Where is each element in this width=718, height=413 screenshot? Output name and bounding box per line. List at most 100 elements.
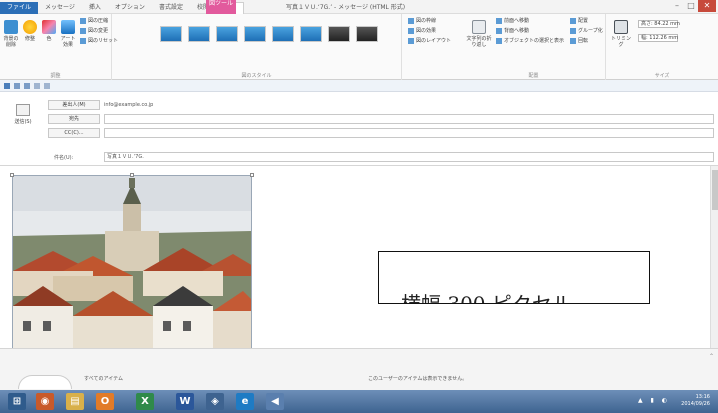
collapse-people-pane-button[interactable]: ⌃ xyxy=(709,353,714,360)
reset-picture-icon xyxy=(80,37,86,44)
subject-field[interactable]: 写真１ＶＵ.‘7G. xyxy=(104,152,714,162)
subject-label: 件名(U): xyxy=(54,155,74,161)
rotate-icon xyxy=(570,37,576,44)
remove-background-button[interactable]: 背景の削除 xyxy=(3,20,19,50)
change-picture-button[interactable]: 図の変更 xyxy=(80,27,108,36)
chrome-icon[interactable]: ◈ xyxy=(206,393,224,410)
to-field[interactable] xyxy=(104,114,714,124)
cc-button[interactable]: CC(C)... xyxy=(48,128,100,138)
effects-icon xyxy=(408,27,414,34)
picture-style-8[interactable] xyxy=(356,26,378,42)
word-icon[interactable]: W xyxy=(176,393,194,410)
quick-access-toolbar xyxy=(0,80,718,92)
undo-icon[interactable] xyxy=(14,83,20,89)
taskbar: ⊞ ◉ ▤ O X W ◈ e ◀ ▲ ▮ ◐ 13:16 2014/09/26 xyxy=(0,390,718,413)
arrange-group: 文字列の折り返し 前面へ移動 背面へ移動 オブジェクトの選択と表示 配置 グルー… xyxy=(462,14,606,80)
message-body[interactable]: 横幅 300 ピクセル xyxy=(0,166,718,355)
width-field[interactable]: 幅: 112.26 mm xyxy=(638,34,678,43)
start-button[interactable]: ⊞ xyxy=(8,393,26,410)
arrange-group-label: 配置 xyxy=(528,73,539,79)
resize-handle-top-right[interactable] xyxy=(250,173,254,177)
window-title: 写真１ＶＵ.‘7G.’ - メッセージ (HTML 形式) xyxy=(286,4,406,11)
embedded-photo[interactable] xyxy=(12,175,252,355)
layout-icon xyxy=(408,37,414,44)
remove-background-icon xyxy=(4,20,18,34)
vertical-scrollbar[interactable] xyxy=(710,166,718,348)
align-button[interactable]: 配置 xyxy=(570,17,588,26)
wrap-text-icon xyxy=(472,20,486,34)
artistic-effects-button[interactable]: アート効果 xyxy=(60,20,76,50)
send-backward-button[interactable]: 背面へ移動 xyxy=(496,27,529,36)
ribbon: 背景の削除 修整 色 アート効果 図の圧縮 図の変更 図のリセット 調整 図のス… xyxy=(0,14,718,80)
artistic-effects-icon xyxy=(61,20,75,34)
picture-border-button[interactable]: 図の枠線 xyxy=(408,17,436,26)
bring-forward-icon xyxy=(496,17,502,24)
cc-field[interactable] xyxy=(104,128,714,138)
from-button[interactable]: 差出人(M) xyxy=(48,100,100,110)
resize-handle-top[interactable] xyxy=(130,173,134,177)
taskbar-app-1[interactable]: ◉ xyxy=(36,393,54,410)
color-button[interactable]: 色 xyxy=(41,20,57,50)
outlook-icon[interactable]: O xyxy=(96,393,114,410)
send-button[interactable]: 送信(S) xyxy=(8,102,38,130)
caption-textbox[interactable]: 横幅 300 ピクセル xyxy=(378,251,650,304)
redo-icon[interactable] xyxy=(24,83,30,89)
system-tray-icons[interactable]: ▲ ▮ ◐ xyxy=(638,397,670,404)
group-button[interactable]: グループ化 xyxy=(570,27,603,36)
scrollbar-thumb[interactable] xyxy=(712,170,718,210)
wrap-text-button[interactable]: 文字列の折り返し xyxy=(466,20,492,50)
tab-format-text[interactable]: 書式設定 xyxy=(152,2,190,14)
picture-style-7[interactable] xyxy=(328,26,350,42)
picture-style-4[interactable] xyxy=(244,26,266,42)
internet-explorer-icon[interactable]: e xyxy=(236,393,254,410)
excel-icon[interactable]: X xyxy=(136,393,154,410)
adjust-group: 背景の削除 修整 色 アート効果 図の圧縮 図の変更 図のリセット 調整 xyxy=(0,14,118,80)
up-arrow-icon[interactable] xyxy=(34,83,40,89)
town-photo-image xyxy=(13,176,251,354)
clock[interactable]: 13:16 2014/09/26 xyxy=(681,394,710,408)
context-tab-picture-tools: 図ツール xyxy=(206,0,236,14)
picture-style-5[interactable] xyxy=(272,26,294,42)
border-icon xyxy=(408,17,414,24)
crop-icon xyxy=(614,20,628,34)
compress-pictures-button[interactable]: 図の圧縮 xyxy=(80,17,108,26)
file-explorer-icon[interactable]: ▤ xyxy=(66,393,84,410)
save-icon[interactable] xyxy=(4,83,10,89)
picture-effects-button[interactable]: 図の効果 xyxy=(408,27,436,36)
sun-icon xyxy=(23,20,37,34)
size-group-label: サイズ xyxy=(654,73,670,79)
close-button[interactable]: ✕ xyxy=(698,0,716,12)
align-icon xyxy=(570,17,576,24)
people-pane-message: このユーザーのアイテムは表示できません。 xyxy=(368,376,468,382)
down-arrow-icon[interactable] xyxy=(44,83,50,89)
change-picture-icon xyxy=(80,27,86,34)
window-controls: – □ ✕ xyxy=(670,0,716,12)
height-field[interactable]: 高さ: 84.22 mm xyxy=(638,20,680,29)
color-icon xyxy=(42,20,56,34)
adjust-group-label: 調整 xyxy=(50,73,61,79)
resize-handle-top-left[interactable] xyxy=(10,173,14,177)
selection-pane-button[interactable]: オブジェクトの選択と表示 xyxy=(496,37,564,46)
bring-forward-button[interactable]: 前面へ移動 xyxy=(496,17,529,26)
crop-button[interactable]: トリミング xyxy=(610,20,632,50)
to-button[interactable]: 宛先 xyxy=(48,114,100,124)
from-value: info@example.co.jp xyxy=(104,102,154,108)
corrections-button[interactable]: 修整 xyxy=(22,20,38,50)
group-icon xyxy=(570,27,576,34)
picture-layout-button[interactable]: 図のレイアウト xyxy=(408,37,451,46)
picture-styles-group-label: 図のスタイル xyxy=(241,73,272,79)
all-items-link[interactable]: すべてのアイテム xyxy=(84,375,123,382)
picture-style-2[interactable] xyxy=(188,26,210,42)
picture-style-3[interactable] xyxy=(216,26,238,42)
taskbar-app-9[interactable]: ◀ xyxy=(266,393,284,410)
picture-style-1[interactable] xyxy=(160,26,182,42)
rotate-button[interactable]: 回転 xyxy=(570,37,588,46)
tab-options[interactable]: オプション xyxy=(108,2,152,14)
tab-file[interactable]: ファイル xyxy=(0,2,39,14)
send-icon xyxy=(16,104,30,116)
minimize-button[interactable]: – xyxy=(670,0,684,12)
tab-message[interactable]: メッセージ xyxy=(38,2,82,14)
picture-style-6[interactable] xyxy=(300,26,322,42)
maximize-button[interactable]: □ xyxy=(684,0,698,12)
tab-insert[interactable]: 挿入 xyxy=(82,2,108,14)
